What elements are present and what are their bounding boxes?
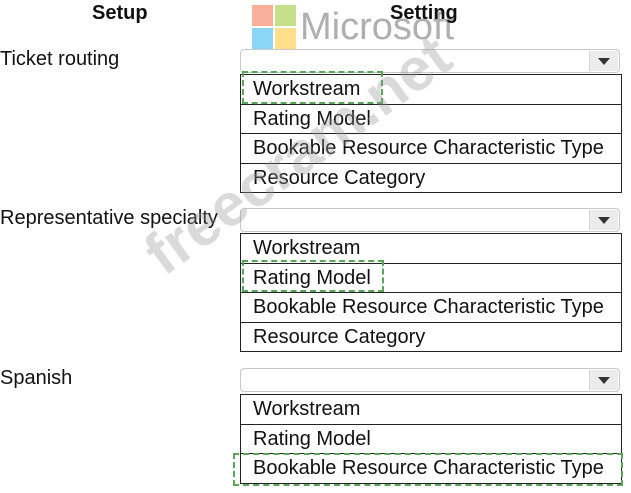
- spanish-dropdown[interactable]: [240, 368, 620, 392]
- spanish-options: Workstream Rating Model Bookable Resourc…: [240, 394, 622, 484]
- option-bookable-resource-characteristic-type[interactable]: Bookable Resource Characteristic Type: [241, 134, 621, 164]
- option-bookable-resource-characteristic-type[interactable]: Bookable Resource Characteristic Type: [241, 454, 621, 484]
- option-workstream[interactable]: Workstream: [241, 234, 621, 264]
- option-rating-model[interactable]: Rating Model: [241, 264, 621, 293]
- option-rating-model[interactable]: Rating Model: [241, 105, 621, 134]
- chevron-down-icon[interactable]: [589, 210, 618, 230]
- ticket-routing-dropdown[interactable]: [240, 49, 620, 73]
- row-label-representative-specialty: Representative specialty: [0, 207, 218, 229]
- option-resource-category[interactable]: Resource Category: [241, 323, 621, 352]
- setting-column-header: Setting: [390, 2, 458, 24]
- chevron-down-icon[interactable]: [589, 51, 618, 71]
- option-workstream[interactable]: Workstream: [241, 395, 621, 425]
- option-bookable-resource-characteristic-type[interactable]: Bookable Resource Characteristic Type: [241, 293, 621, 323]
- row-label-spanish: Spanish: [0, 367, 73, 389]
- ticket-routing-options: Workstream Rating Model Bookable Resourc…: [240, 74, 622, 193]
- option-rating-model[interactable]: Rating Model: [241, 425, 621, 454]
- setup-column-header: Setup: [92, 2, 148, 24]
- microsoft-logo-watermark: [252, 5, 296, 49]
- representative-specialty-dropdown[interactable]: [240, 208, 620, 232]
- option-resource-category[interactable]: Resource Category: [241, 164, 621, 193]
- chevron-down-icon[interactable]: [589, 370, 618, 390]
- option-workstream[interactable]: Workstream: [241, 75, 621, 105]
- representative-specialty-options: Workstream Rating Model Bookable Resourc…: [240, 233, 622, 352]
- row-label-ticket-routing: Ticket routing: [0, 48, 120, 70]
